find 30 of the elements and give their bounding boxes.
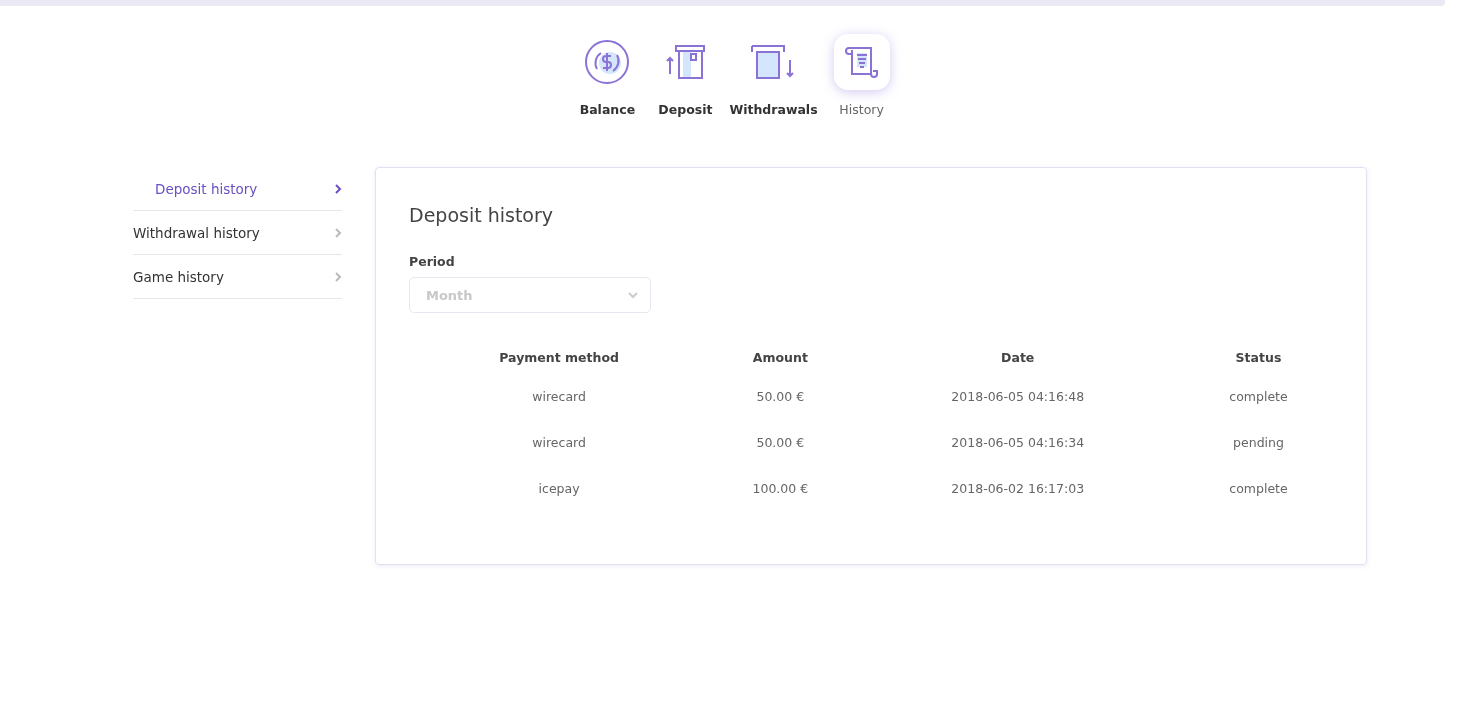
cash-slot-icon [750, 44, 797, 80]
chevron-right-icon [334, 271, 342, 282]
dollar-coin-icon [584, 39, 631, 85]
table-cell-text: 2018-06-02 16:17:03 [950, 479, 1086, 498]
column-header: Payment method [498, 348, 620, 367]
table-cell-text: pending [1232, 433, 1285, 452]
table-cell-text: wirecard [531, 387, 587, 406]
sidebar-item[interactable]: Game history [133, 255, 342, 299]
table-cell-text: complete [1228, 387, 1289, 406]
chevron-down-icon [628, 291, 638, 299]
column-header: Amount [751, 348, 809, 367]
table-cell-text: 50.00 € [755, 387, 806, 406]
table-cell-text: 2018-06-05 04:16:48 [950, 387, 1086, 406]
receipt-scroll-icon [844, 45, 879, 79]
table-cell-text: complete [1228, 479, 1289, 498]
nav-tab[interactable]: Withdrawals [729, 34, 818, 117]
period-label: Period [409, 254, 456, 269]
chevron-right-icon [334, 183, 342, 194]
column-header: Status [1234, 348, 1283, 367]
table-cell-text: 2018-06-05 04:16:34 [950, 433, 1086, 452]
panel-title: Deposit history [409, 204, 555, 226]
table-cell-text: 50.00 € [755, 433, 806, 452]
table-cell-text: 100.00 € [751, 479, 810, 498]
table-cell-text: wirecard [531, 433, 587, 452]
column-header: Date [1000, 348, 1036, 367]
table-cell-text: icepay [537, 479, 581, 498]
card-slot-icon [664, 44, 707, 80]
sidebar-item[interactable]: Deposit history [133, 167, 342, 211]
chevron-right-icon [334, 227, 342, 238]
sidebar-item[interactable]: Withdrawal history [133, 211, 342, 255]
